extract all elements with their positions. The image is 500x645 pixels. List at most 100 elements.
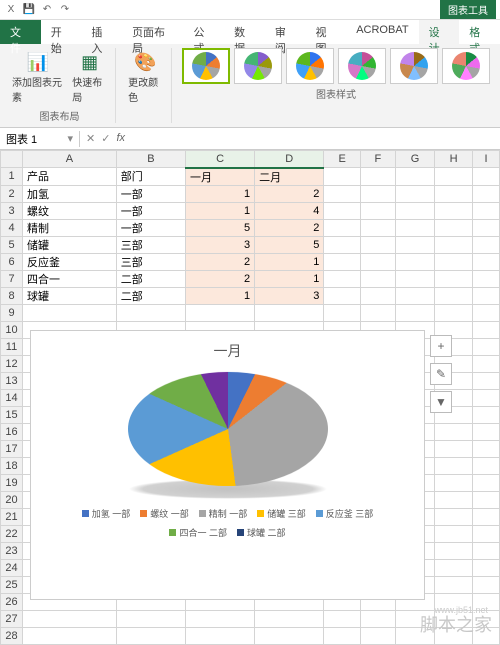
row-22[interactable]: 22 — [1, 525, 23, 542]
chart-style-1[interactable] — [182, 48, 230, 84]
cell[interactable] — [435, 559, 473, 576]
cell[interactable] — [473, 270, 500, 287]
row-26[interactable]: 26 — [1, 593, 23, 610]
cell[interactable] — [435, 542, 473, 559]
row-23[interactable]: 23 — [1, 542, 23, 559]
cell[interactable] — [473, 185, 500, 202]
cell[interactable] — [23, 627, 117, 644]
col-E[interactable]: E — [324, 151, 360, 168]
cell[interactable] — [435, 236, 473, 253]
worksheet-grid[interactable]: A B C D E F G H I 1产品部门一月二月 2加氢一部123螺纹一部… — [0, 150, 500, 645]
row-20[interactable]: 20 — [1, 491, 23, 508]
cell[interactable] — [473, 491, 500, 508]
cell[interactable]: 三部 — [116, 253, 185, 270]
col-D[interactable]: D — [255, 151, 324, 168]
row-1[interactable]: 1 — [1, 168, 23, 186]
cell[interactable]: 1 — [255, 270, 324, 287]
chart-title[interactable]: 一月 — [31, 341, 424, 361]
cell[interactable]: 1 — [185, 185, 254, 202]
cell[interactable] — [395, 270, 434, 287]
cell[interactable] — [324, 236, 360, 253]
cell[interactable] — [23, 610, 117, 627]
cell[interactable] — [435, 219, 473, 236]
cell[interactable] — [395, 219, 434, 236]
cell[interactable] — [360, 270, 395, 287]
tab-format[interactable]: 格式 — [459, 20, 500, 44]
tab-layout[interactable]: 页面布局 — [122, 20, 183, 44]
cell[interactable]: 一月 — [185, 168, 254, 186]
cell[interactable] — [473, 559, 500, 576]
cell[interactable] — [116, 610, 185, 627]
cell[interactable] — [473, 525, 500, 542]
row-2[interactable]: 2 — [1, 185, 23, 202]
row-8[interactable]: 8 — [1, 287, 23, 304]
row-19[interactable]: 19 — [1, 474, 23, 491]
cell[interactable] — [435, 440, 473, 457]
cell[interactable] — [473, 372, 500, 389]
fx-icon[interactable]: fx — [116, 132, 125, 145]
col-B[interactable]: B — [116, 151, 185, 168]
cell[interactable] — [395, 287, 434, 304]
cancel-icon[interactable]: ✕ — [86, 132, 95, 145]
cell[interactable]: 4 — [255, 202, 324, 219]
cell[interactable] — [116, 627, 185, 644]
cell[interactable]: 1 — [185, 287, 254, 304]
cell[interactable] — [23, 304, 117, 321]
legend-item[interactable]: 加氢 一部 — [82, 507, 131, 520]
chart-plot-area[interactable] — [31, 369, 424, 499]
cell[interactable]: 2 — [255, 185, 324, 202]
cell[interactable] — [324, 202, 360, 219]
chart-style-2[interactable] — [234, 48, 282, 84]
cell[interactable] — [360, 236, 395, 253]
cell[interactable] — [395, 185, 434, 202]
legend-item[interactable]: 精制 一部 — [199, 507, 248, 520]
cell[interactable] — [473, 219, 500, 236]
chart-legend[interactable]: 加氢 一部螺纹 一部精制 一部储罐 三部反应釜 三部四合一 二部球罐 二部 — [31, 499, 424, 547]
cell[interactable] — [395, 236, 434, 253]
change-colors-button[interactable]: 🎨更改颜色 — [126, 48, 165, 106]
cell[interactable] — [473, 338, 500, 355]
cell[interactable] — [395, 168, 434, 186]
cell[interactable] — [435, 423, 473, 440]
cell[interactable] — [395, 253, 434, 270]
row-27[interactable]: 27 — [1, 610, 23, 627]
cell[interactable] — [435, 491, 473, 508]
row-10[interactable]: 10 — [1, 321, 23, 338]
cell[interactable]: 5 — [255, 236, 324, 253]
row-17[interactable]: 17 — [1, 440, 23, 457]
cell[interactable] — [435, 525, 473, 542]
cell[interactable] — [255, 610, 324, 627]
cell[interactable] — [324, 304, 360, 321]
cell[interactable]: 5 — [185, 219, 254, 236]
cell[interactable]: 一部 — [116, 219, 185, 236]
cell[interactable] — [324, 253, 360, 270]
col-F[interactable]: F — [360, 151, 395, 168]
cell[interactable] — [473, 406, 500, 423]
cell[interactable]: 二部 — [116, 287, 185, 304]
cell[interactable] — [435, 168, 473, 186]
cell[interactable] — [473, 508, 500, 525]
cell[interactable]: 2 — [185, 270, 254, 287]
cell[interactable] — [395, 304, 434, 321]
row-25[interactable]: 25 — [1, 576, 23, 593]
col-G[interactable]: G — [395, 151, 434, 168]
cell[interactable]: 螺纹 — [23, 202, 117, 219]
cell[interactable] — [473, 168, 500, 186]
cell[interactable] — [116, 304, 185, 321]
row-15[interactable]: 15 — [1, 406, 23, 423]
cell[interactable]: 反应釜 — [23, 253, 117, 270]
cell[interactable] — [324, 270, 360, 287]
chart-style-4[interactable] — [338, 48, 386, 84]
cell[interactable] — [360, 610, 395, 627]
row-4[interactable]: 4 — [1, 219, 23, 236]
cell[interactable] — [473, 287, 500, 304]
cell[interactable] — [360, 219, 395, 236]
cell[interactable]: 2 — [255, 219, 324, 236]
row-11[interactable]: 11 — [1, 338, 23, 355]
col-C[interactable]: C — [185, 151, 254, 168]
cell[interactable] — [324, 168, 360, 186]
row-12[interactable]: 12 — [1, 355, 23, 372]
chart-style-6[interactable] — [442, 48, 490, 84]
row-6[interactable]: 6 — [1, 253, 23, 270]
chart-styles-button[interactable]: ✎ — [430, 363, 452, 385]
